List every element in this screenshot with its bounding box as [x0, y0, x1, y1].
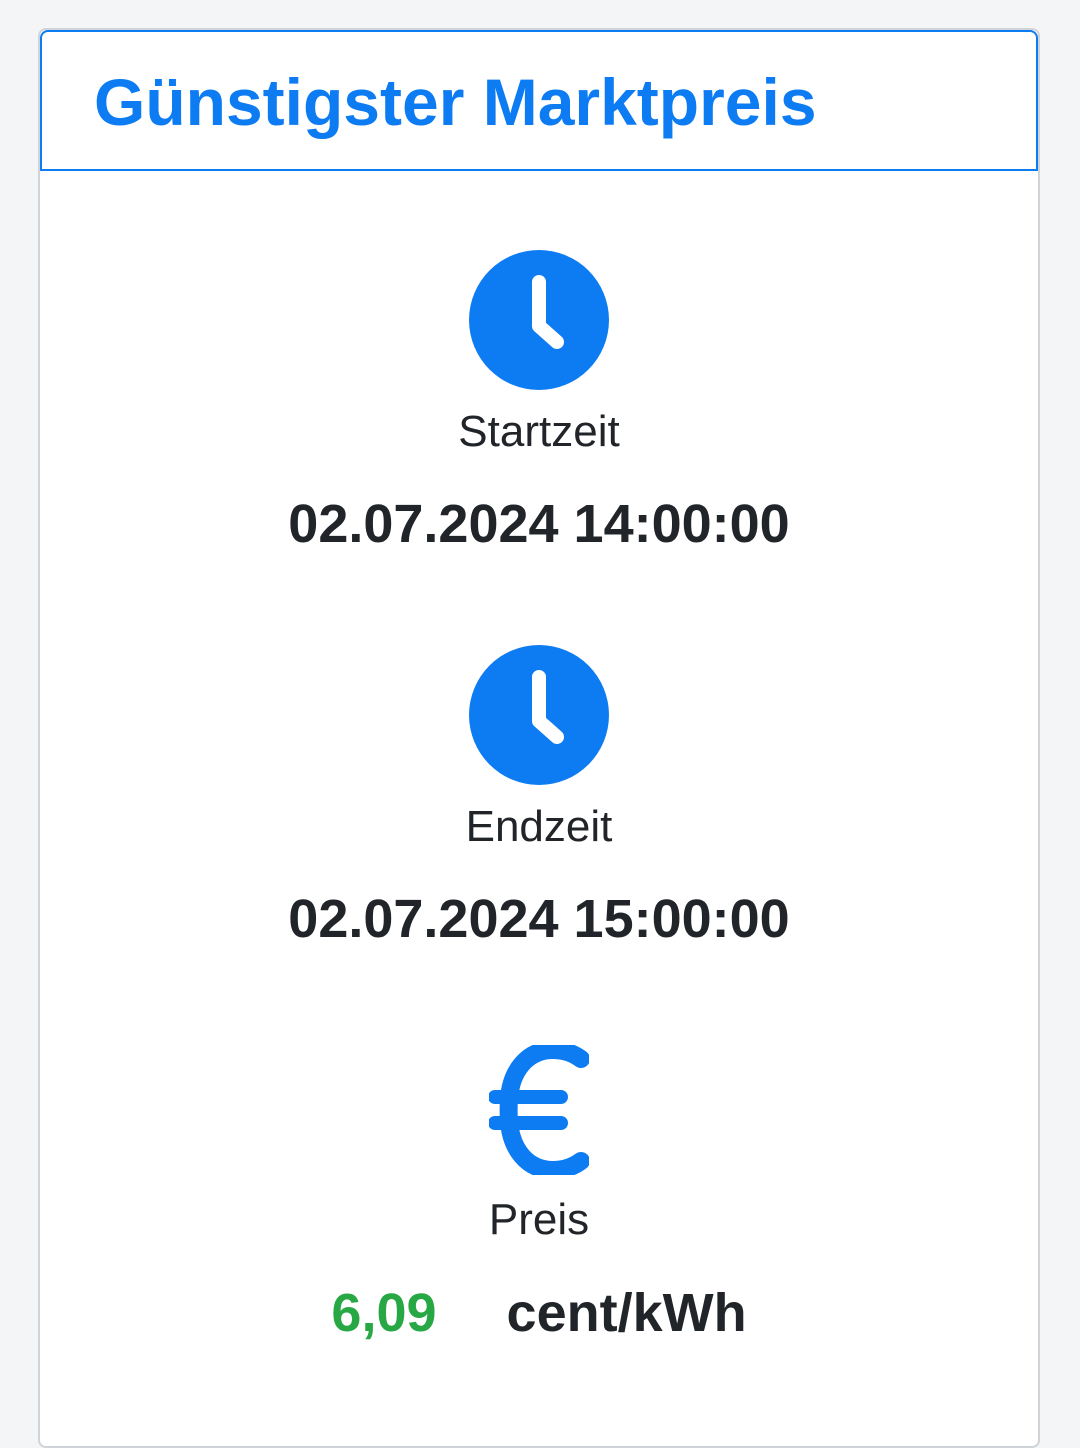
end-time-value: 02.07.2024 15:00:00	[288, 889, 790, 949]
price-value: 6,09	[331, 1283, 437, 1343]
euro-icon	[489, 1045, 589, 1175]
price-unit: cent/kWh	[506, 1283, 747, 1343]
card-header: Günstigster Marktpreis	[40, 30, 1038, 171]
market-price-card: Günstigster Marktpreis Startzeit 02.07.2…	[38, 28, 1040, 1448]
card-title: Günstigster Marktpreis	[94, 65, 817, 139]
clock-icon	[469, 645, 609, 785]
price-row: 6,09 cent/kWh	[40, 1281, 1038, 1345]
price-label: Preis	[488, 1195, 590, 1244]
start-time-value: 02.07.2024 14:00:00	[288, 494, 790, 554]
end-time-label: Endzeit	[465, 802, 613, 851]
clock-icon	[469, 250, 609, 390]
start-time-label: Startzeit	[458, 407, 620, 456]
